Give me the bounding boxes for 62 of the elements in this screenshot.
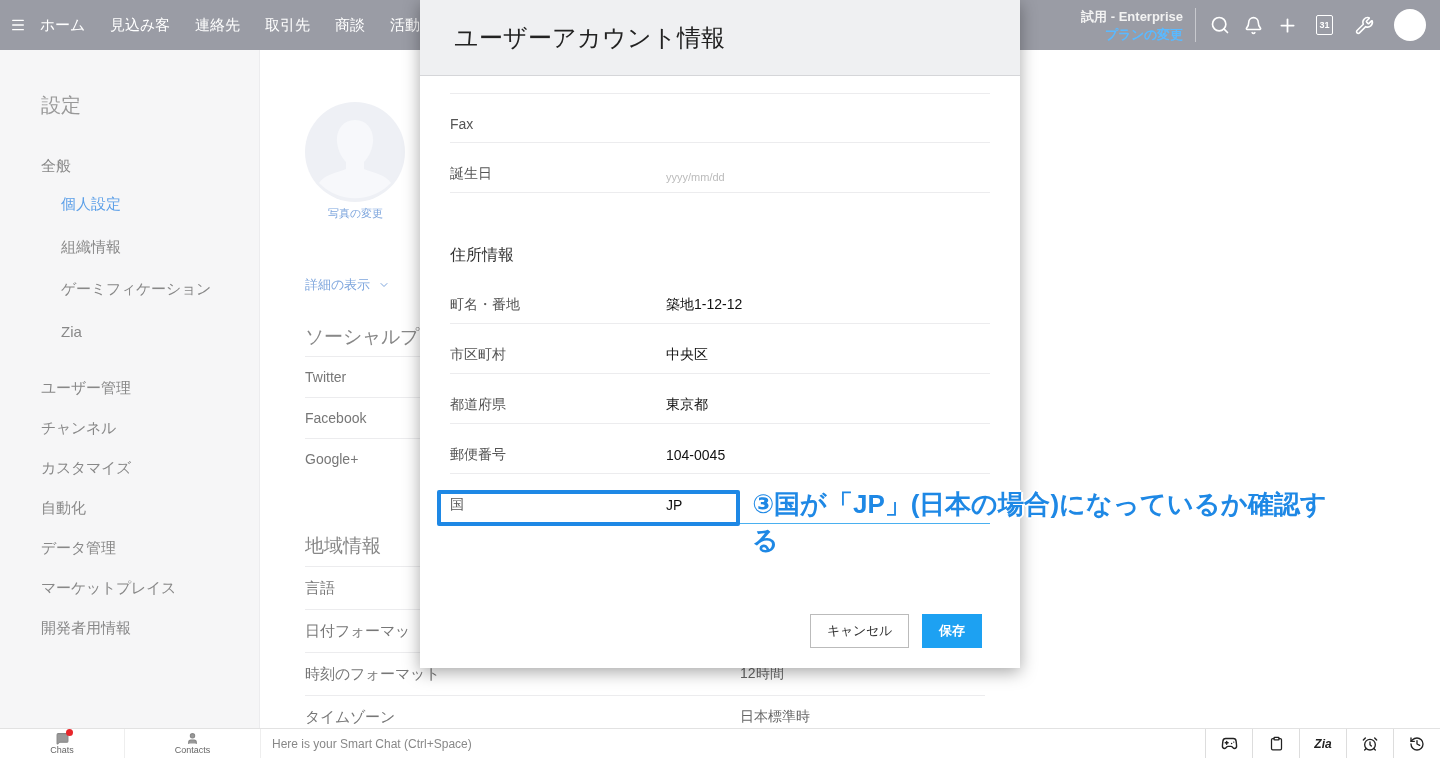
row-label: 日付フォーマッ [305, 621, 410, 641]
field-label: 郵便番号 [450, 446, 507, 464]
field-label: 市区町村 [450, 346, 507, 364]
field-value[interactable]: 中央区 [666, 346, 708, 364]
field-label: 誕生日 [450, 165, 493, 183]
sidebar-item[interactable]: ゲーミフィケーション [61, 280, 259, 323]
bell-icon[interactable] [1244, 15, 1263, 35]
person-icon [186, 732, 199, 745]
row-label: 言語 [305, 578, 335, 598]
row-label: Facebook [305, 410, 367, 426]
chats-tab[interactable]: Chats [0, 729, 125, 758]
row-label: タイムゾーン [305, 707, 395, 727]
field-label: 町名・番地 [450, 296, 521, 314]
section-title: 地域情報 [305, 534, 381, 558]
clipboard-icon [1268, 736, 1284, 751]
menu-icon[interactable] [10, 17, 26, 33]
plan-label: 試用 - Enterprise [1081, 8, 1183, 26]
field-label: 国 [450, 496, 465, 514]
sidebar-item[interactable]: ユーザー管理 [41, 379, 259, 419]
field-value[interactable]: JP [666, 497, 683, 513]
calendar-icon[interactable]: 31 [1316, 15, 1333, 35]
nav-link[interactable]: 活動 [390, 15, 420, 35]
field-value[interactable]: 築地1-12-12 [666, 296, 743, 314]
history-icon [1409, 735, 1425, 752]
field-value[interactable]: 東京都 [666, 396, 708, 414]
section-title: ソーシャルプ [305, 325, 419, 349]
annotation-text: ③国が「JP」(日本の場合)になっているか確認する [752, 488, 1329, 558]
row-label: Twitter [305, 369, 347, 385]
row-label: Google+ [305, 451, 359, 467]
wrench-icon[interactable] [1355, 15, 1374, 35]
nav-link[interactable]: 見込み客 [110, 15, 170, 35]
alarm-clock-icon [1362, 735, 1378, 752]
sidebar-title: 設定 [41, 93, 82, 118]
gamepad-icon [1220, 735, 1238, 752]
change-photo-link[interactable]: 写真の変更 [327, 206, 383, 221]
sidebar-item[interactable]: データ管理 [41, 539, 259, 579]
field-label: 都道府県 [450, 396, 507, 414]
nav-link[interactable]: 商談 [335, 15, 365, 35]
save-button[interactable]: 保存 [922, 614, 982, 648]
sidebar-item[interactable]: 全般 [41, 157, 259, 195]
chat-icon [55, 732, 69, 745]
sidebar-item[interactable]: Zia [61, 322, 259, 365]
sidebar-item[interactable]: 組織情報 [61, 237, 259, 280]
sidebar-item[interactable]: カスタマイズ [41, 459, 259, 499]
cancel-button[interactable]: キャンセル [810, 614, 909, 648]
search-icon[interactable] [1210, 15, 1230, 35]
row-label: 時刻のフォーマット [305, 664, 440, 684]
sidebar-item[interactable]: マーケットプレイス [41, 579, 259, 619]
nav-link[interactable]: 連絡先 [195, 15, 240, 35]
nav-link[interactable]: ホーム [40, 15, 85, 35]
sidebar-item[interactable]: 個人設定 [61, 195, 259, 238]
user-avatar[interactable] [1394, 9, 1426, 41]
row-value: 日本標準時 [740, 708, 810, 726]
show-details-link[interactable]: 詳細の表示 [305, 276, 390, 294]
field-label: Fax [450, 116, 475, 132]
sidebar-item[interactable]: 開発者用情報 [41, 619, 259, 659]
section-title: 住所情報 [450, 245, 515, 265]
sidebar-item[interactable]: 自動化 [41, 499, 259, 539]
nav-link[interactable]: 取引先 [265, 15, 310, 35]
field-value[interactable]: 104-0045 [666, 447, 726, 463]
dialog-title: ユーザーアカウント情報 [420, 0, 1020, 76]
sidebar-item[interactable]: チャンネル [41, 419, 259, 459]
